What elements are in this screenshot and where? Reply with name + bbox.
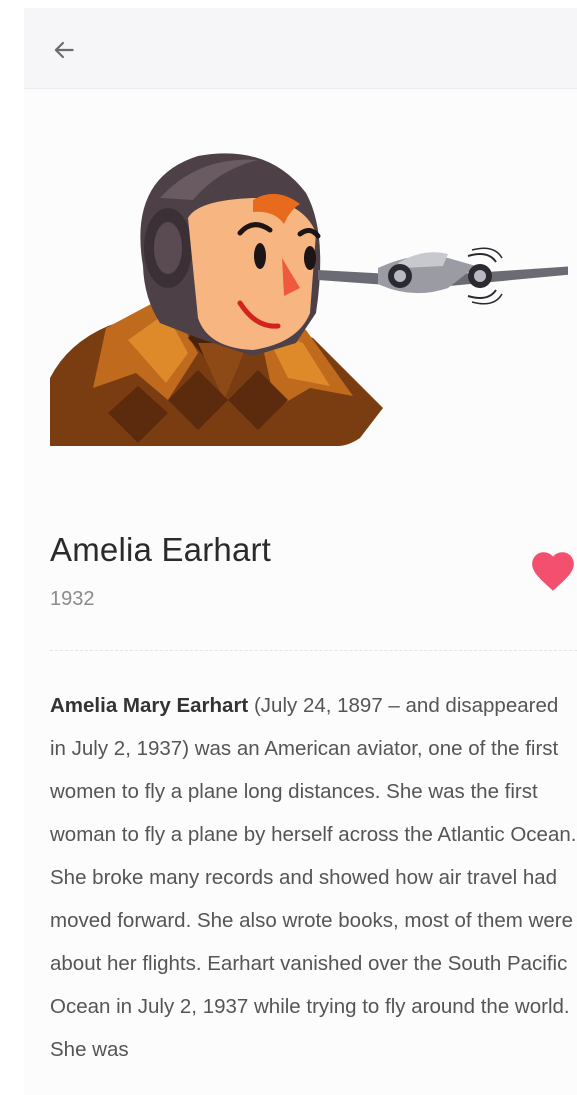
bio-body: (July 24, 1897 – and disappeared in July…: [50, 694, 577, 1061]
bio-lead: Amelia Mary Earhart: [50, 694, 249, 717]
heart-icon: [532, 552, 574, 591]
aviator-with-plane-illustration: [50, 153, 568, 446]
section-divider: [50, 650, 577, 651]
arrow-left-icon: [54, 41, 74, 59]
app-bar: [24, 8, 577, 89]
profile-year: 1932: [50, 588, 95, 610]
favorite-button[interactable]: [528, 546, 577, 596]
profile-name: Amelia Earhart: [50, 531, 272, 568]
bio-text: Amelia Mary Earhart (July 24, 1897 – and…: [50, 684, 577, 1071]
back-button[interactable]: [44, 30, 84, 70]
hero-illustration: [48, 138, 568, 448]
detail-screen: Amelia Earhart 1932 Amelia Mary Earhart …: [24, 8, 577, 1095]
